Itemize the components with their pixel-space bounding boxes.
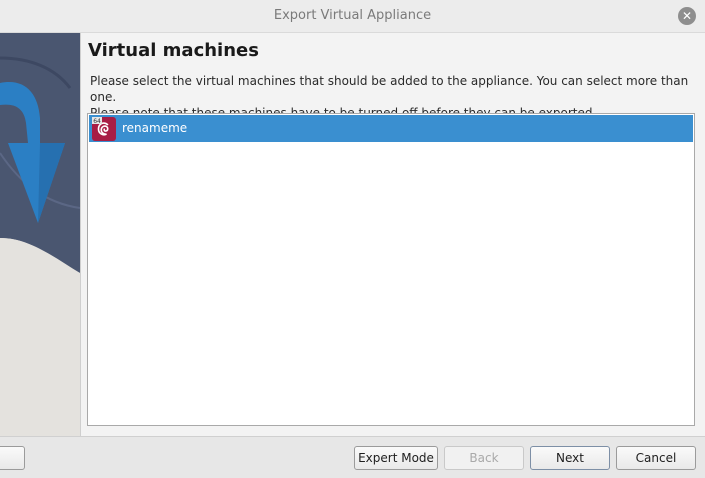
export-arrow-illustration [0,33,80,436]
back-button[interactable]: Back [444,446,524,470]
page-title: Virtual machines [88,40,259,61]
description-line-1: Please select the virtual machines that … [90,74,689,104]
debian-icon: 64 [92,117,116,141]
title-bar: Export Virtual Appliance ✕ [0,0,705,33]
expert-mode-button[interactable]: Expert Mode [354,446,438,470]
vm-name-label: renameme [122,121,188,135]
window-title: Export Virtual Appliance [273,8,432,23]
close-icon: ✕ [681,9,693,23]
cancel-button[interactable]: Cancel [616,446,696,470]
button-bar: Expert Mode Back Next Cancel [0,436,705,478]
wizard-banner-image [0,33,81,436]
export-appliance-window: Export Virtual Appliance ✕ Virtual machi… [0,0,705,478]
close-button[interactable]: ✕ [678,7,696,25]
os-badge: 64 [93,118,101,125]
vm-list[interactable]: 64 renameme [87,113,695,426]
next-button[interactable]: Next [530,446,610,470]
restore-defaults-button[interactable] [0,446,25,470]
vm-list-item[interactable]: 64 renameme [89,115,693,142]
